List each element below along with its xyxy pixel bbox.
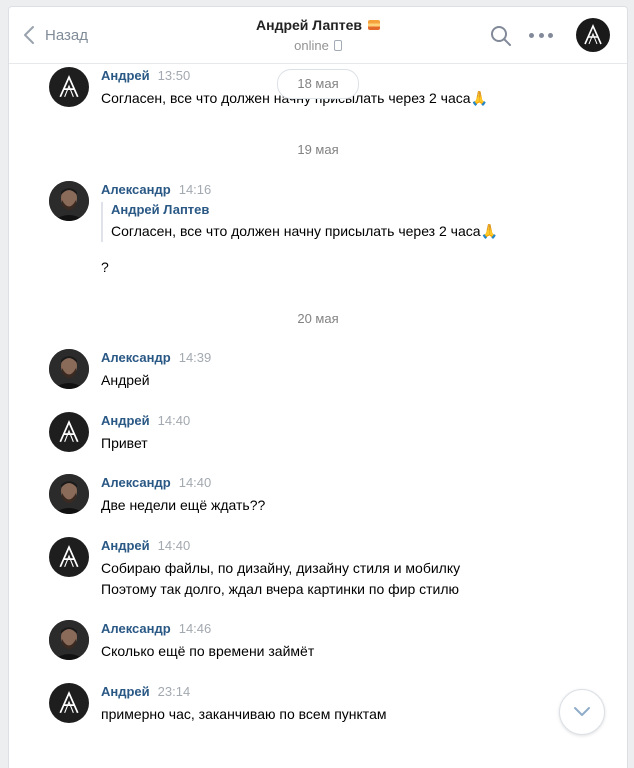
message-line: Собираю файлы, по дизайну, дизайну стиля… (101, 560, 461, 576)
avatar[interactable] (49, 474, 89, 514)
date-separator: 20 мая (297, 311, 339, 326)
avatar[interactable] (49, 683, 89, 723)
message-header: Андрей 14:40 (101, 537, 190, 555)
message-header: Андрей 14:40 (101, 412, 190, 430)
avatar[interactable] (49, 620, 89, 660)
message-text: Две недели ещё ждать?? (101, 497, 266, 513)
message-author[interactable]: Андрей (101, 68, 150, 83)
message-header: Александр 14:39 (101, 349, 211, 367)
avatar-photo (49, 181, 89, 221)
message-author[interactable]: Андрей (101, 538, 150, 553)
chat-panel: Назад Андрей Лаптев online 18 мая Андрей… (8, 6, 628, 768)
date-separator: 19 мая (297, 142, 339, 157)
more-button[interactable] (529, 25, 553, 45)
message-text: ? (101, 259, 109, 275)
mobile-phone-icon (333, 40, 342, 51)
message-time[interactable]: 14:40 (158, 538, 191, 553)
message-header: Александр 14:40 (101, 474, 211, 492)
chat-title-text: Андрей Лаптев (256, 17, 362, 33)
chat-header: Назад Андрей Лаптев online (9, 7, 627, 64)
avatar[interactable] (49, 349, 89, 389)
message-text: Сколько ещё по времени займёт (101, 643, 315, 659)
message-time[interactable]: 14:39 (179, 350, 212, 365)
message-author[interactable]: Александр (101, 475, 171, 490)
logo-a-icon (59, 75, 79, 98)
avatar-photo (49, 620, 89, 660)
floating-date-pill: 18 мая (277, 69, 359, 99)
message-author[interactable]: Андрей (101, 684, 150, 699)
message-author[interactable]: Александр (101, 182, 171, 197)
header-avatar[interactable] (576, 18, 610, 52)
logo-a-icon (59, 420, 79, 443)
message-text: Андрей (101, 372, 150, 388)
message-author[interactable]: Александр (101, 621, 171, 636)
logo-a-icon (59, 545, 79, 568)
message-header: Александр 14:46 (101, 620, 211, 638)
message-header: Андрей 13:50 (101, 67, 190, 85)
avatar-photo (49, 349, 89, 389)
logo-a-icon (59, 691, 79, 714)
avatar[interactable] (49, 537, 89, 577)
message-time[interactable]: 14:46 (179, 621, 212, 636)
message-author[interactable]: Андрей (101, 413, 150, 428)
quote-text: Согласен, все что должен начну присылать… (111, 223, 498, 239)
message-author[interactable]: Александр (101, 350, 171, 365)
message-time[interactable]: 13:50 (158, 68, 191, 83)
message-time[interactable]: 14:40 (158, 413, 191, 428)
message-time[interactable]: 23:14 (158, 684, 191, 699)
scroll-down-button[interactable] (559, 689, 605, 735)
avatar[interactable] (49, 412, 89, 452)
message-time[interactable]: 14:40 (179, 475, 212, 490)
message-time[interactable]: 14:16 (179, 182, 212, 197)
chevron-down-icon (574, 707, 590, 716)
avatar[interactable] (49, 181, 89, 221)
message-header: Андрей 23:14 (101, 683, 190, 701)
search-button[interactable] (490, 25, 512, 52)
message-text: Привет (101, 435, 148, 451)
quote-author[interactable]: Андрей Лаптев (111, 202, 498, 218)
search-icon (491, 26, 511, 46)
more-dots-icon (529, 32, 534, 38)
online-status-text: online (294, 38, 329, 53)
avatar[interactable] (49, 67, 89, 107)
avatar-photo (49, 474, 89, 514)
forwarded-quote[interactable]: Андрей Лаптев Согласен, все что должен н… (101, 202, 498, 242)
message-line: Поэтому так долго, ждал вчера картинки п… (101, 581, 460, 597)
logo-a-icon (584, 24, 602, 45)
message-text: Собираю файлы, по дизайну, дизайну стиля… (101, 558, 460, 600)
message-header: Александр 14:16 (101, 181, 211, 199)
flag-emoji-icon (367, 20, 380, 30)
message-text: примерно час, заканчиваю по всем пунктам (101, 706, 387, 722)
